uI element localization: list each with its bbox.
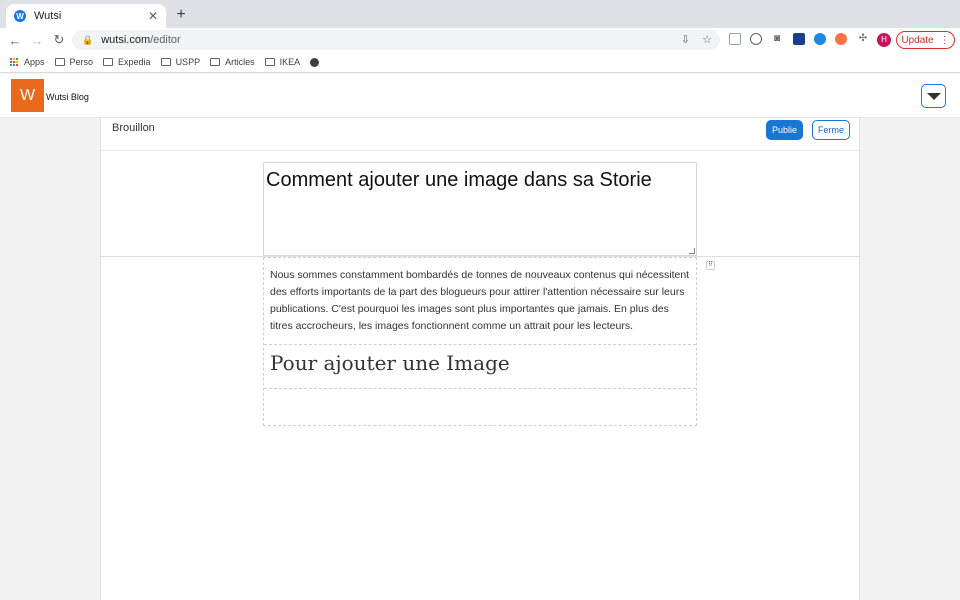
bookmark-apps[interactable]: Apps [10,57,45,67]
globe-icon [310,57,320,67]
extension-icon[interactable] [793,33,805,45]
bookmark-label: Perso [69,57,94,67]
camera-extension-icon[interactable]: ◙ [771,33,783,45]
bookmark-star-icon[interactable]: ☆ [702,33,712,46]
bookmark-ikea[interactable]: IKEA [264,57,301,67]
close-tab-icon[interactable]: ✕ [148,9,158,23]
install-icon[interactable]: ⇩ [681,33,690,46]
close-button[interactable]: Ferme [812,120,850,140]
update-button[interactable]: Update ⋮ [896,31,955,49]
apps-grid-icon [10,57,19,67]
block-drag-handle-icon[interactable]: ⠿ [706,261,715,270]
bookmark-expedia[interactable]: Expedia [103,57,151,67]
bookmark-label: Apps [24,57,45,67]
bookmark-label: IKEA [279,57,301,67]
tab-title: Wutsi [34,10,62,22]
story-title-text: Comment ajouter une image dans sa Storie [266,169,652,191]
draft-status-label: Brouillon [112,122,155,134]
extension-icon[interactable] [835,33,847,45]
address-bar[interactable]: 🔒 wutsi.com/editor ⇩ ☆ [72,30,720,50]
resize-handle-icon[interactable] [689,248,695,254]
url-host: wutsi.com [101,34,151,46]
editor-status-bar: Brouillon Publie Ferme [101,118,859,151]
wutsi-logo[interactable]: W [11,79,44,112]
folder-icon [54,58,65,66]
folder-icon [160,58,171,66]
profile-avatar[interactable]: H [877,33,891,47]
paragraph-block[interactable]: Nous sommes constamment bombardés de ton… [264,258,696,345]
caret-down-icon [926,92,941,100]
folder-icon [103,58,114,66]
url-text: wutsi.com/editor [101,34,180,46]
site-header: W Wutsi Blog [0,74,960,118]
bookmark-label: Expedia [118,57,151,67]
reload-icon[interactable]: ↻ [48,32,70,48]
blog-name[interactable]: Wutsi Blog [46,92,89,102]
bookmark-uspp[interactable]: USPP [160,57,201,67]
browser-tab[interactable]: W Wutsi ✕ [6,4,166,28]
empty-block[interactable] [264,389,696,425]
extension-icon[interactable] [750,33,762,45]
puzzle-extensions-icon[interactable]: ✣ [857,33,869,45]
bookmarks-bar: Apps Perso Expedia USPP Articles IKEA [0,52,960,73]
bookmark-articles[interactable]: Articles [210,57,255,67]
story-content-editor[interactable]: Nous sommes constamment bombardés de ton… [263,257,697,426]
bookmark-label: USPP [175,57,201,67]
wutsi-favicon-icon: W [14,10,26,22]
story-title-input[interactable]: Comment ajouter une image dans sa Storie [263,162,697,256]
forward-arrow-icon[interactable]: → [26,33,48,48]
back-arrow-icon[interactable]: ← [4,33,26,48]
bookmark-label: Articles [225,57,255,67]
extension-icon[interactable] [729,33,741,45]
lock-icon: 🔒 [82,34,94,45]
update-label: Update [901,34,934,46]
folder-icon [264,58,275,66]
new-tab-button[interactable]: + [173,6,189,24]
bookmark-globe[interactable] [310,57,320,67]
browser-tabstrip: W Wutsi ✕ + [0,0,960,28]
kebab-menu-icon: ⋮ [939,34,950,46]
publish-button[interactable]: Publie [766,120,803,140]
extension-icon[interactable] [814,33,826,45]
editor-panel: Brouillon Publie Ferme Comment ajouter u… [100,118,860,600]
heading-block[interactable]: Pour ajouter une Image [264,345,696,389]
folder-icon [210,58,221,66]
menu-toggle-button[interactable] [921,84,946,108]
url-path: /editor [150,34,181,46]
bookmark-perso[interactable]: Perso [54,57,94,67]
